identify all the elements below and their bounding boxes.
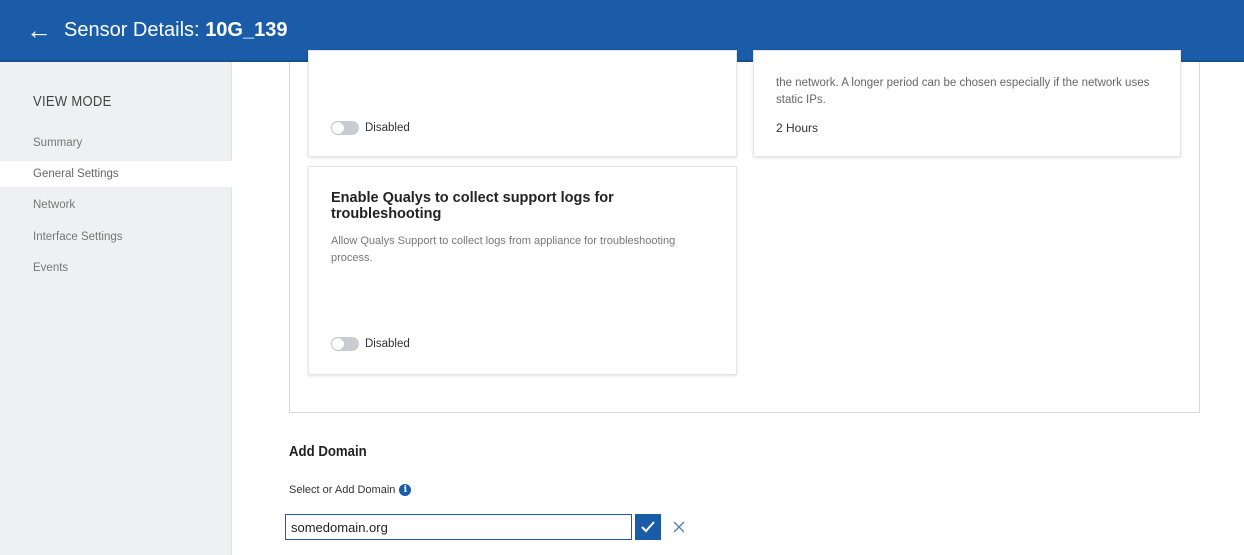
domain-input[interactable]	[285, 514, 632, 540]
info-icon[interactable]: i	[399, 484, 412, 496]
add-domain-title: Add Domain	[289, 443, 367, 460]
back-arrow-icon[interactable]: ←	[26, 17, 52, 43]
sensor-name: 10G_139	[205, 18, 288, 41]
cancel-button[interactable]	[668, 514, 690, 540]
sidebar-item-network[interactable]: Network	[0, 192, 232, 218]
setting-description: Allow Qualys Support to collect logs fro…	[331, 235, 676, 264]
sidebar-item-general-settings[interactable]: General Settings	[0, 161, 232, 187]
setting-card: Disabled	[308, 50, 737, 157]
setting-toggle: Disabled	[331, 337, 410, 351]
title-prefix: Sensor Details:	[64, 18, 200, 41]
support-logs-card: Enable Qualys to collect support logs fo…	[308, 166, 737, 375]
confirm-button[interactable]	[635, 514, 661, 540]
toggle-switch[interactable]	[331, 337, 359, 351]
close-icon	[673, 521, 685, 533]
sidebar: VIEW MODE Summary General Settings Netwo…	[0, 62, 232, 555]
check-icon	[641, 521, 655, 533]
sidebar-item-interface-settings[interactable]: Interface Settings	[0, 224, 232, 250]
setting-card: the network. A longer period can be chos…	[753, 50, 1181, 157]
setting-heading: Enable Qualys to collect support logs fo…	[331, 190, 614, 222]
setting-toggle: Disabled	[331, 121, 410, 135]
setting-value: 2 Hours	[776, 121, 819, 135]
domain-field-label: Select or Add Domain i	[289, 484, 412, 496]
field-label-text: Select or Add Domain	[289, 484, 396, 496]
toggle-label: Disabled	[365, 338, 410, 350]
toggle-label: Disabled	[365, 122, 410, 134]
sidebar-item-summary[interactable]: Summary	[0, 130, 232, 156]
page-title: Sensor Details: 10G_139	[64, 19, 287, 42]
toggle-switch[interactable]	[331, 121, 359, 135]
setting-description: the network. A longer period can be chos…	[776, 77, 1150, 106]
sidebar-item-events[interactable]: Events	[0, 255, 232, 281]
view-mode-label: VIEW MODE	[33, 92, 112, 110]
